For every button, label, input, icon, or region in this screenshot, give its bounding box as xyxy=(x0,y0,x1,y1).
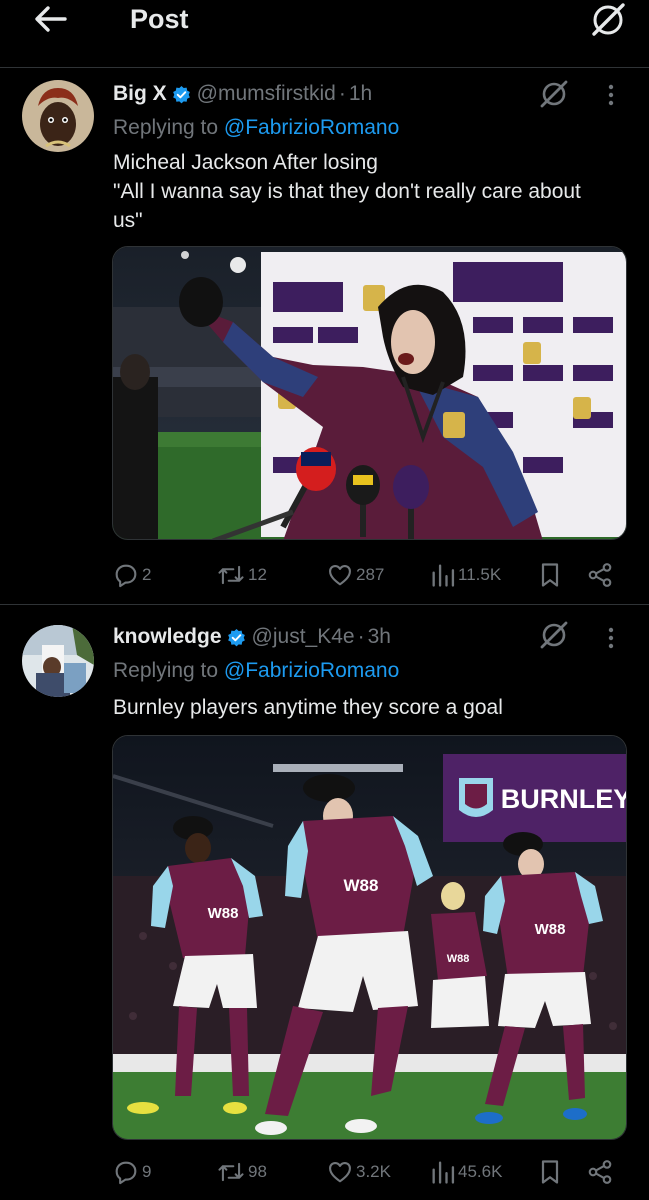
repost-button[interactable]: 12 xyxy=(216,558,267,592)
views-count: 45.6K xyxy=(458,1162,503,1181)
arrow-left-icon xyxy=(35,6,67,32)
tweet-meta: Big X @mumsfirstkid · 1h xyxy=(113,80,372,108)
grok-button[interactable] xyxy=(588,2,628,38)
reply-icon xyxy=(115,1161,137,1185)
bookmark-icon xyxy=(541,563,559,587)
reply-icon xyxy=(115,564,137,588)
share-icon xyxy=(588,1160,612,1184)
more-vertical-icon xyxy=(608,627,614,649)
heart-icon xyxy=(329,564,351,586)
views-chart-icon xyxy=(432,564,455,587)
tweet-text: Burnley players anytime they score a goa… xyxy=(113,696,503,719)
share-icon xyxy=(588,563,612,587)
views-button[interactable]: 11.5K xyxy=(430,558,501,592)
views-count: 11.5K xyxy=(458,565,502,584)
mention-link[interactable]: @FabrizioRomano xyxy=(224,116,399,139)
tweet-image[interactable] xyxy=(112,246,627,540)
heart-icon xyxy=(329,1161,351,1183)
grok-icon xyxy=(540,621,568,649)
tweet-actions: 9 98 3.2K 45.6K xyxy=(112,1155,622,1189)
shirt-sponsor: W88 xyxy=(208,905,239,922)
like-count: 3.2K xyxy=(356,1162,391,1181)
replying-to: Replying to @FabrizioRomano xyxy=(113,116,400,139)
more-options-button[interactable] xyxy=(601,623,621,653)
reply-button[interactable]: 2 xyxy=(112,558,151,592)
separator-dot: · xyxy=(338,82,346,105)
reply-tweet[interactable]: Big X @mumsfirstkid · 1h Replying to @Fa… xyxy=(0,68,649,605)
repost-icon xyxy=(218,565,244,585)
bookmark-button[interactable] xyxy=(538,1155,562,1189)
verified-badge-icon xyxy=(227,628,245,646)
photo-celebration: BURNLEY W88 W88 W88 W88 xyxy=(113,736,627,1139)
share-button[interactable] xyxy=(586,1155,614,1189)
more-options-button[interactable] xyxy=(601,80,621,110)
shirt-sponsor: W88 xyxy=(447,953,470,965)
verified-badge-icon xyxy=(172,85,190,103)
tweet-image[interactable]: BURNLEY W88 W88 W88 W88 xyxy=(112,735,627,1140)
timestamp[interactable]: 3h xyxy=(368,625,391,649)
like-button[interactable]: 287 xyxy=(326,558,384,592)
grok-icon xyxy=(540,80,568,108)
like-count: 287 xyxy=(356,565,385,584)
tweet-actions: 2 12 287 11.5K xyxy=(112,558,622,592)
avatar[interactable] xyxy=(22,625,94,697)
reply-count: 2 xyxy=(142,565,152,584)
replying-to: Replying to @FabrizioRomano xyxy=(113,659,400,682)
display-name[interactable]: knowledge xyxy=(113,625,222,649)
top-bar: Post xyxy=(0,0,649,68)
photo-interview xyxy=(113,247,626,539)
more-vertical-icon xyxy=(608,84,614,106)
share-button[interactable] xyxy=(586,558,614,592)
avatar[interactable] xyxy=(22,80,94,152)
mention-link[interactable]: @FabrizioRomano xyxy=(224,659,399,682)
tweet-meta: knowledge @just_K4e · 3h xyxy=(113,623,391,651)
like-button[interactable]: 3.2K xyxy=(326,1155,391,1189)
bookmark-icon xyxy=(541,1160,559,1184)
user-handle[interactable]: @mumsfirstkid xyxy=(197,82,336,106)
board-text: BURNLEY xyxy=(501,784,627,814)
repost-count: 98 xyxy=(248,1162,267,1181)
shirt-sponsor: W88 xyxy=(535,921,566,938)
reply-button[interactable]: 9 xyxy=(112,1155,151,1189)
views-button[interactable]: 45.6K xyxy=(430,1155,502,1189)
grok-icon xyxy=(592,3,625,36)
views-chart-icon xyxy=(432,1161,455,1184)
repost-count: 12 xyxy=(248,565,267,584)
grok-button[interactable] xyxy=(538,78,570,110)
back-button[interactable] xyxy=(32,4,68,34)
grok-button[interactable] xyxy=(538,619,570,651)
timestamp[interactable]: 1h xyxy=(349,82,372,106)
user-handle[interactable]: @just_K4e xyxy=(252,625,355,649)
display-name[interactable]: Big X xyxy=(113,82,167,106)
tweet-text: Micheal Jackson After losing "All I wann… xyxy=(113,151,581,232)
repost-icon xyxy=(218,1162,244,1182)
shirt-sponsor: W88 xyxy=(344,876,379,895)
reply-tweet[interactable]: knowledge @just_K4e · 3h Replying to @Fa… xyxy=(0,605,649,1200)
page-title: Post xyxy=(130,4,189,34)
reply-count: 9 xyxy=(142,1162,152,1181)
separator-dot: · xyxy=(357,625,365,648)
repost-button[interactable]: 98 xyxy=(216,1155,267,1189)
bookmark-button[interactable] xyxy=(538,558,562,592)
